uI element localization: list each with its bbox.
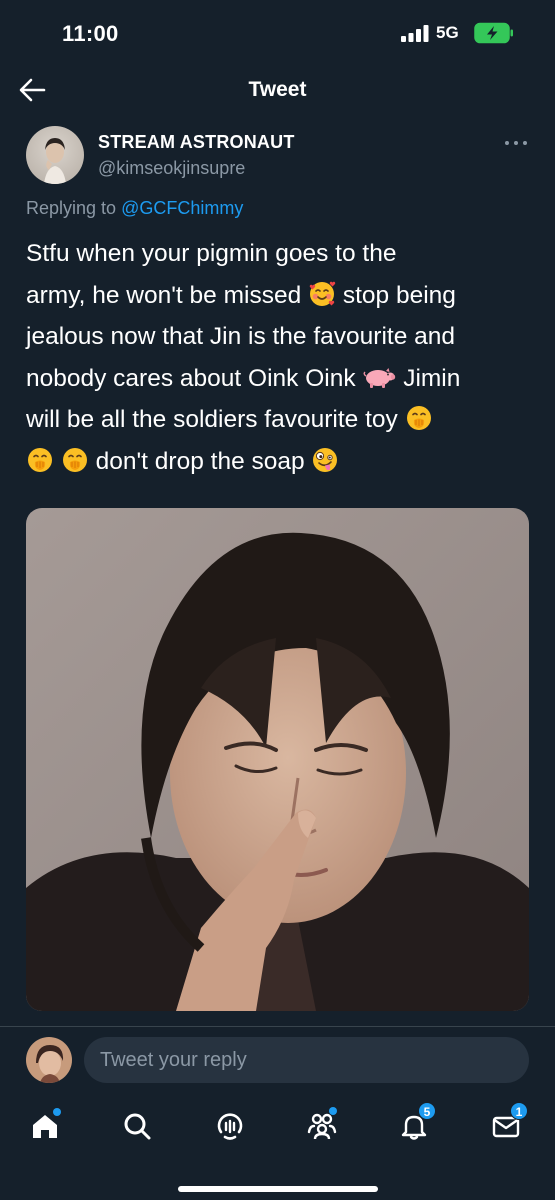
more-dot	[523, 141, 527, 145]
status-bar: 11:00 5G	[0, 0, 555, 64]
tweet-detail-screen: 11:00 5G Tweet STREAM ASTRONAUT @kimseok…	[0, 0, 555, 1200]
text-segment: nobody cares about Oink Oink	[26, 364, 356, 392]
home-indicator-bar	[178, 1186, 378, 1192]
more-dot	[505, 141, 509, 145]
replying-prefix: Replying to	[26, 198, 117, 218]
author-avatar[interactable]	[26, 126, 84, 184]
tweet-text-line: don't drop the soap	[26, 441, 536, 483]
tweet-text-line: Stfu when your pigmin goes to the	[26, 233, 536, 275]
status-time: 11:00	[62, 21, 119, 46]
author-handle[interactable]: @kimseokjinsupre	[98, 158, 245, 179]
tweet-text-line: nobody cares about Oink Oink Jimin	[26, 358, 536, 400]
page-title: Tweet	[248, 78, 307, 101]
face-with-hand-over-mouth-icon	[62, 447, 87, 472]
pig-icon	[363, 367, 396, 388]
text-segment: Jimin	[403, 364, 461, 392]
tweet-text-line: jealous now that Jin is the favourite an…	[26, 316, 536, 358]
photo-portrait	[26, 508, 529, 1011]
network-label: 5G	[436, 23, 459, 42]
replying-to: Replying to @GCFChimmy	[26, 198, 243, 219]
tweet-text-line: army, he won't be missed stop being	[26, 275, 536, 317]
tab-communities[interactable]	[302, 1106, 342, 1146]
tab-notifications[interactable]: 5	[394, 1102, 436, 1146]
text-segment: jealous now that Jin is the favourite an…	[26, 323, 456, 350]
tweet-media-image[interactable]	[26, 508, 529, 1011]
text-segment: stop being	[342, 281, 456, 309]
author-display-name[interactable]: STREAM ASTRONAUT	[98, 132, 295, 153]
battery-charging-icon	[474, 22, 513, 44]
more-dot	[514, 141, 518, 145]
spaces-icon	[217, 1113, 243, 1140]
text-segment: army, he won't be missed	[26, 281, 302, 309]
communities-new-indicator	[329, 1107, 337, 1115]
tab-spaces[interactable]	[210, 1106, 250, 1146]
text-segment: don't drop the soap	[95, 447, 305, 475]
text-segment: Stfu when your pigmin goes to the	[26, 240, 397, 267]
top-nav: Tweet	[0, 64, 555, 116]
tab-search[interactable]	[117, 1106, 157, 1146]
smiling-face-with-hearts-icon	[309, 281, 336, 306]
zany-face-icon	[313, 447, 338, 472]
home-new-indicator	[53, 1108, 61, 1116]
tweet-text-line: will be all the soldiers favourite toy	[26, 399, 536, 441]
search-icon	[124, 1113, 151, 1140]
text-segment: will be all the soldiers favourite toy	[26, 406, 398, 433]
signal-bars-icon	[401, 25, 429, 42]
more-options-button[interactable]	[503, 134, 529, 150]
user-avatar[interactable]	[26, 1037, 72, 1083]
face-with-hand-over-mouth-icon	[406, 406, 431, 430]
messages-badge: 1	[510, 1102, 528, 1120]
face-with-hand-over-mouth-icon	[28, 447, 52, 472]
tab-messages[interactable]: 1	[486, 1102, 528, 1146]
avatar-image	[26, 1037, 72, 1083]
avatar-image	[26, 126, 84, 184]
replying-to-link[interactable]: @GCFChimmy	[121, 198, 243, 218]
bottom-tab-bar: 5 1	[0, 1092, 555, 1200]
reply-input[interactable]	[84, 1037, 529, 1083]
reply-composer	[0, 1026, 555, 1092]
tab-home[interactable]	[25, 1106, 65, 1146]
notifications-badge: 5	[418, 1102, 436, 1120]
tweet-text: Stfu when your pigmin goes to the army, …	[26, 233, 536, 482]
